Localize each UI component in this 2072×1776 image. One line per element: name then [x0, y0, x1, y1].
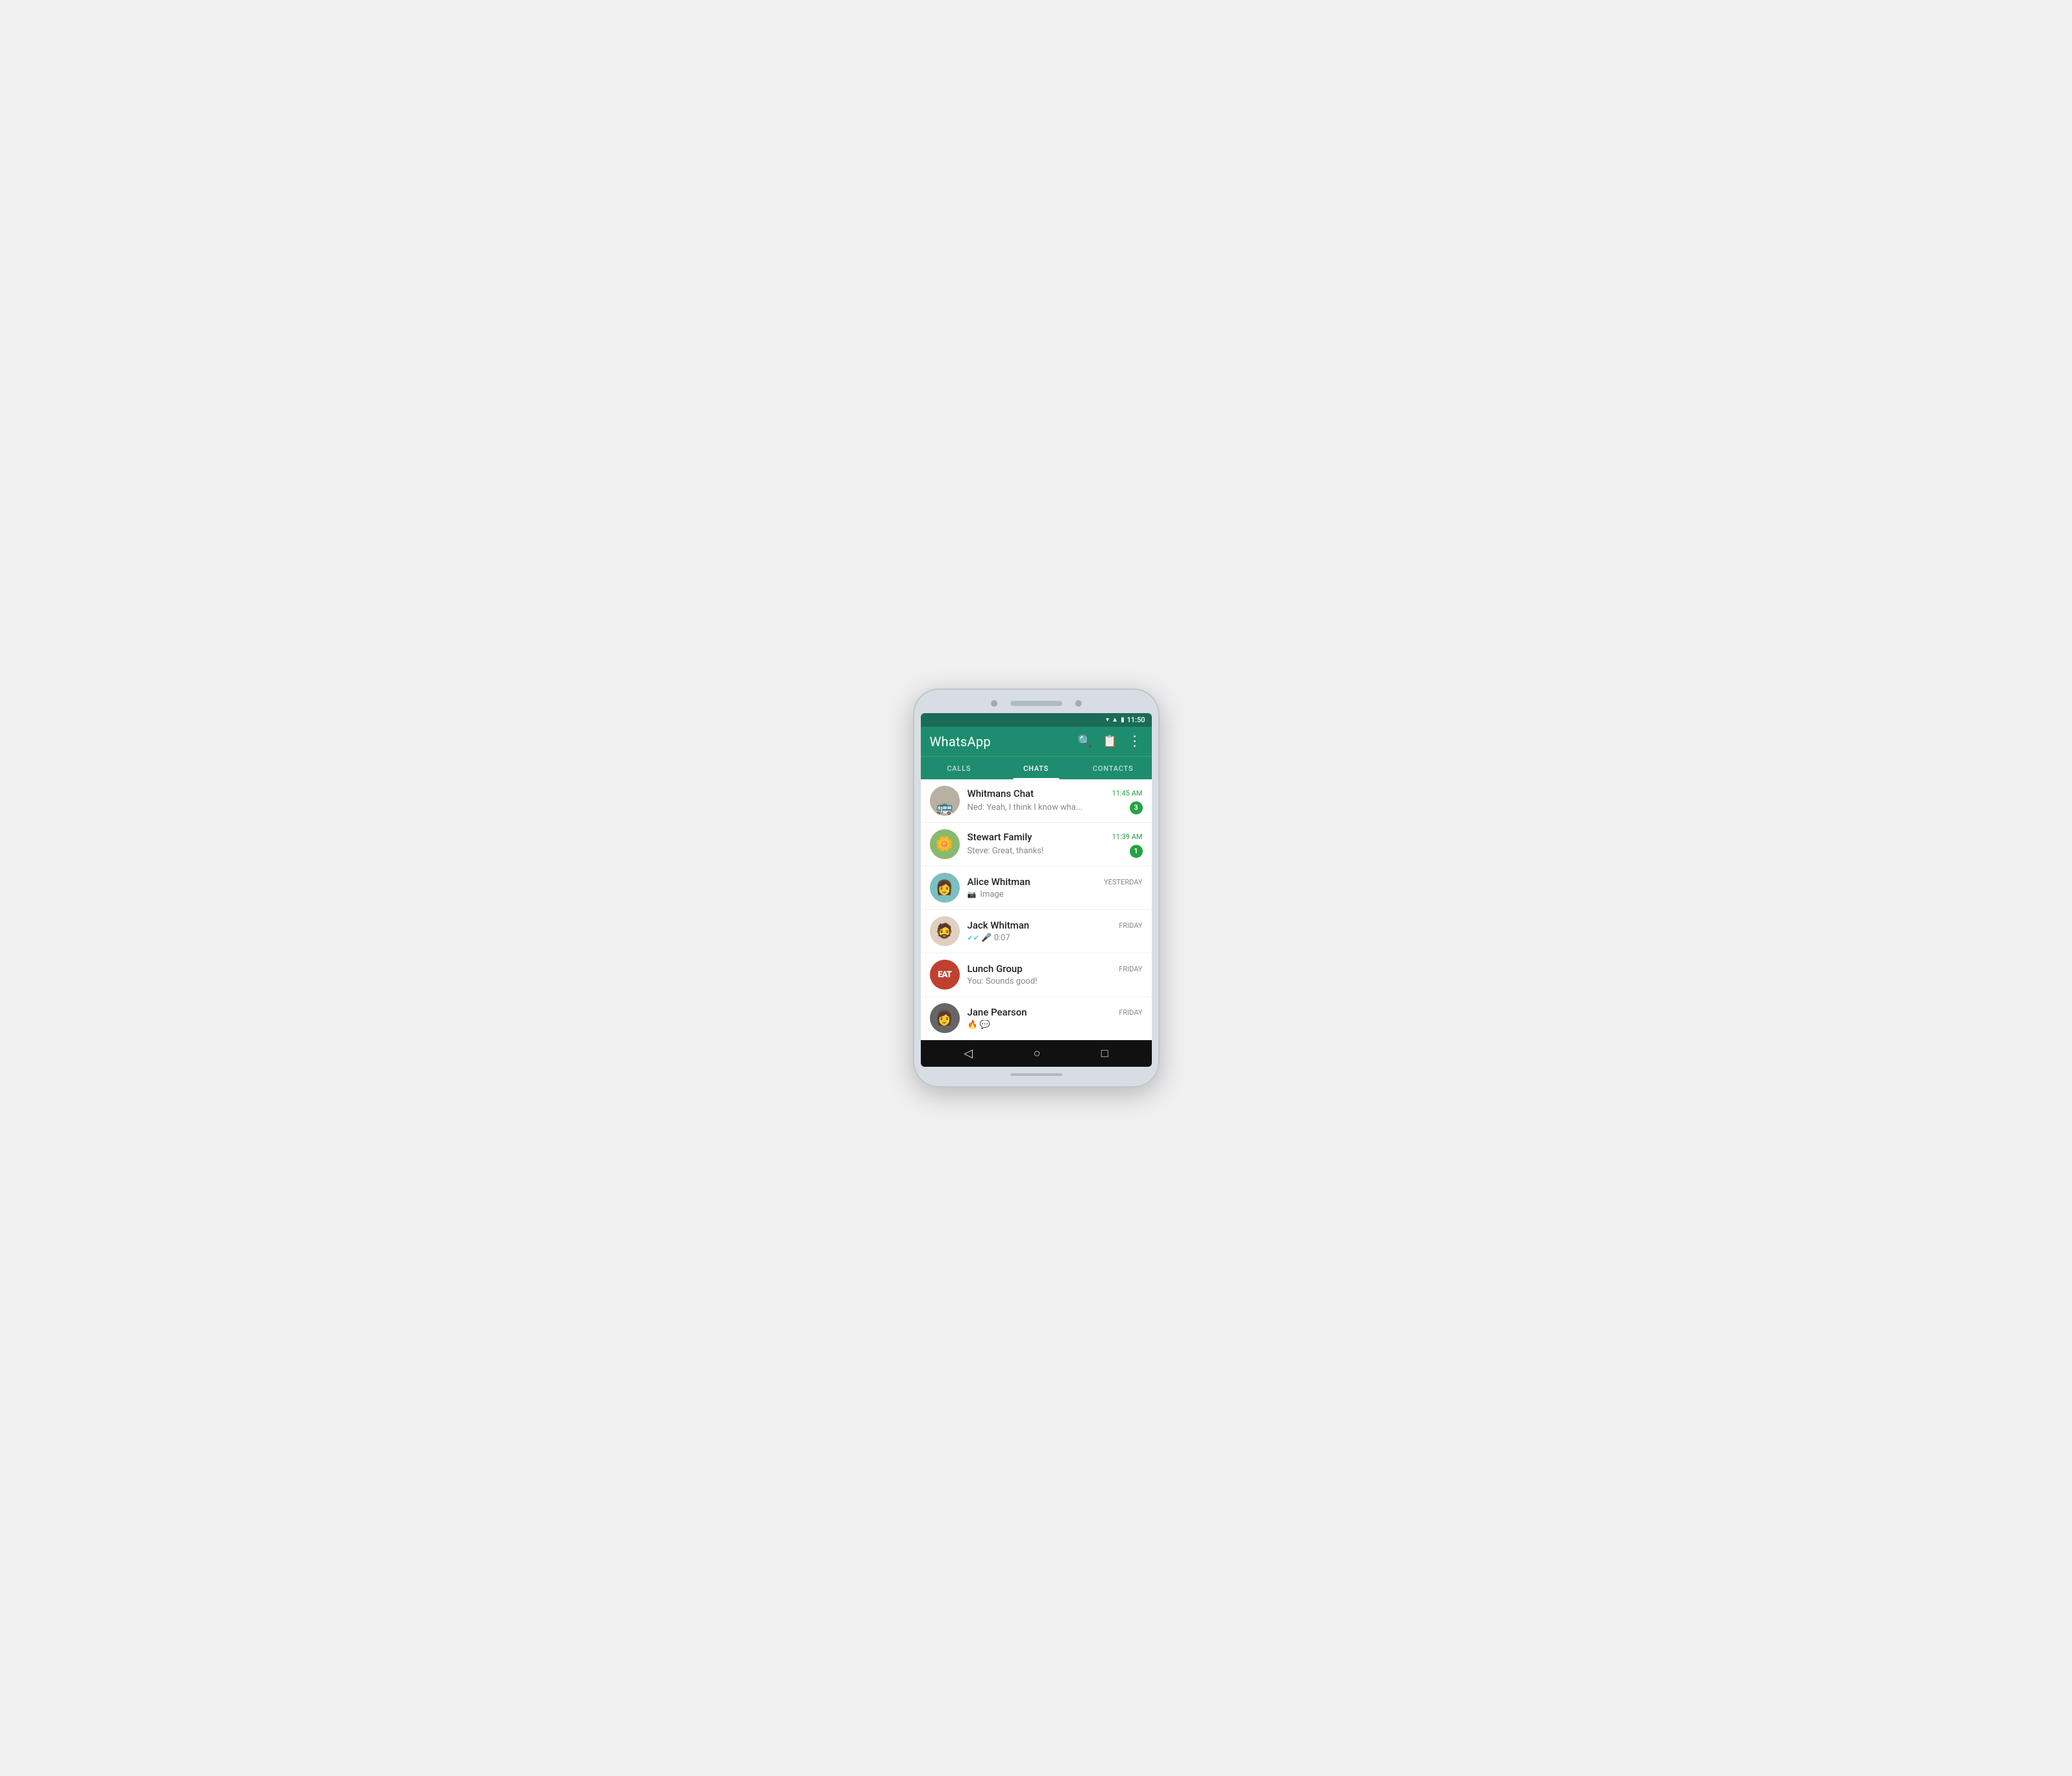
phone-bottom	[921, 1073, 1152, 1076]
tab-contacts[interactable]: CONTACTS	[1075, 757, 1152, 779]
chat-top-lunch: Lunch Group FRIDAY	[968, 963, 1143, 975]
bottom-bar	[1010, 1073, 1062, 1076]
status-bar: ▾ ▲ ▮ 11:50	[921, 713, 1152, 727]
chat-name-alice: Alice Whitman	[968, 876, 1030, 888]
header-icons: 🔍 📋 ⋮	[1078, 733, 1143, 749]
unread-badge-whitmans: 3	[1130, 801, 1143, 814]
chat-time-lunch: FRIDAY	[1119, 965, 1142, 973]
more-menu-icon[interactable]: ⋮	[1128, 733, 1143, 749]
chat-name-jack: Jack Whitman	[968, 919, 1030, 931]
chat-name-stewart: Stewart Family	[968, 831, 1032, 843]
chat-item-alice[interactable]: 👩 Alice Whitman YESTERDAY 📷 Image	[921, 866, 1152, 910]
phone-frame: ▾ ▲ ▮ 11:50 WhatsApp 🔍 📋 ⋮ CALLS CHATS	[913, 688, 1160, 1088]
chat-item-jack[interactable]: 🧔 Jack Whitman FRIDAY ✔✔ 🎤 0:07	[921, 910, 1152, 953]
avatar-lunch: EAT	[930, 960, 960, 990]
chat-bottom-whitmans: Ned: Yeah, I think I know wha... 3	[968, 801, 1143, 814]
recent-button[interactable]: □	[1101, 1047, 1108, 1060]
chat-time-alice: YESTERDAY	[1104, 878, 1142, 886]
chat-preview-lunch: You: Sounds good!	[968, 977, 1143, 986]
chat-time-jack: FRIDAY	[1119, 921, 1142, 930]
tab-calls[interactable]: CALLS	[921, 757, 998, 779]
double-check-icon: ✔✔	[968, 934, 979, 942]
chat-time-whitmans: 11:45 AM	[1112, 789, 1143, 797]
phone-screen: ▾ ▲ ▮ 11:50 WhatsApp 🔍 📋 ⋮ CALLS CHATS	[921, 713, 1152, 1067]
wifi-icon: ▾	[1106, 716, 1109, 724]
chat-bottom-jane: 🔥 💬	[968, 1020, 1143, 1030]
phone-top	[921, 700, 1152, 707]
chat-time-jane: FRIDAY	[1119, 1008, 1142, 1017]
chat-info-whitmans: Whitmans Chat 11:45 AM Ned: Yeah, I thin…	[968, 788, 1143, 814]
app-title: WhatsApp	[930, 734, 991, 749]
battery-icon: ▮	[1121, 716, 1125, 724]
chat-preview-jane: 🔥 💬	[968, 1020, 1143, 1030]
chat-name-jane: Jane Pearson	[968, 1006, 1027, 1018]
chat-info-stewart: Stewart Family 11:39 AM Steve: Great, th…	[968, 831, 1143, 858]
chat-item-jane[interactable]: 👩 Jane Pearson FRIDAY 🔥 💬	[921, 997, 1152, 1040]
chat-top-stewart: Stewart Family 11:39 AM	[968, 831, 1143, 843]
chat-preview-alice: 📷 Image	[968, 890, 1143, 899]
avatar-jane: 👩	[930, 1003, 960, 1033]
tabs-bar: CALLS CHATS CONTACTS	[921, 756, 1152, 779]
signal-icon: ▲	[1112, 716, 1118, 724]
tab-chats[interactable]: CHATS	[997, 757, 1075, 779]
chat-preview-whitmans: Ned: Yeah, I think I know wha...	[968, 803, 1126, 812]
bottom-nav: ◁ ○ □	[921, 1040, 1152, 1067]
status-icons: ▾ ▲ ▮ 11:50	[1106, 716, 1145, 724]
chat-top-whitmans: Whitmans Chat 11:45 AM	[968, 788, 1143, 799]
chat-bottom-stewart: Steve: Great, thanks! 1	[968, 845, 1143, 858]
avatar-stewart: 🌼	[930, 829, 960, 859]
chat-name-whitmans: Whitmans Chat	[968, 788, 1034, 799]
chat-item-lunch[interactable]: EAT Lunch Group FRIDAY You: Sounds good!	[921, 953, 1152, 997]
compose-icon[interactable]: 📋	[1103, 735, 1117, 748]
front-camera	[991, 700, 997, 707]
chat-item-whitmans[interactable]: 🚌 Whitmans Chat 11:45 AM Ned: Yeah, I th…	[921, 779, 1152, 823]
chat-info-alice: Alice Whitman YESTERDAY 📷 Image	[968, 876, 1143, 899]
avatar-whitmans: 🚌	[930, 786, 960, 816]
status-time: 11:50	[1127, 716, 1145, 724]
chat-preview-stewart: Steve: Great, thanks!	[968, 846, 1126, 856]
chat-top-alice: Alice Whitman YESTERDAY	[968, 876, 1143, 888]
chat-time-stewart: 11:39 AM	[1112, 833, 1143, 841]
chat-name-lunch: Lunch Group	[968, 963, 1023, 975]
chat-preview-jack: ✔✔ 🎤 0:07	[968, 933, 1143, 943]
chat-top-jack: Jack Whitman FRIDAY	[968, 919, 1143, 931]
chat-bottom-lunch: You: Sounds good!	[968, 977, 1143, 986]
mic-icon: 🎤	[981, 933, 992, 943]
chat-info-jane: Jane Pearson FRIDAY 🔥 💬	[968, 1006, 1143, 1030]
camera-icon: 📷	[968, 890, 977, 899]
search-icon[interactable]: 🔍	[1078, 735, 1092, 748]
chat-top-jane: Jane Pearson FRIDAY	[968, 1006, 1143, 1018]
chat-bottom-jack: ✔✔ 🎤 0:07	[968, 933, 1143, 943]
eat-label: EAT	[938, 970, 951, 980]
home-button[interactable]: ○	[1034, 1047, 1041, 1060]
back-button[interactable]: ◁	[964, 1047, 973, 1060]
app-header: WhatsApp 🔍 📋 ⋮	[921, 727, 1152, 756]
chat-info-lunch: Lunch Group FRIDAY You: Sounds good!	[968, 963, 1143, 986]
chat-info-jack: Jack Whitman FRIDAY ✔✔ 🎤 0:07	[968, 919, 1143, 943]
earpiece-speaker	[1010, 701, 1062, 706]
chat-list: 🚌 Whitmans Chat 11:45 AM Ned: Yeah, I th…	[921, 779, 1152, 1040]
chat-bottom-alice: 📷 Image	[968, 890, 1143, 899]
unread-badge-stewart: 1	[1130, 845, 1143, 858]
avatar-jack: 🧔	[930, 916, 960, 946]
sensor	[1075, 700, 1082, 707]
avatar-alice: 👩	[930, 873, 960, 903]
chat-item-stewart[interactable]: 🌼 Stewart Family 11:39 AM Steve: Great, …	[921, 823, 1152, 866]
